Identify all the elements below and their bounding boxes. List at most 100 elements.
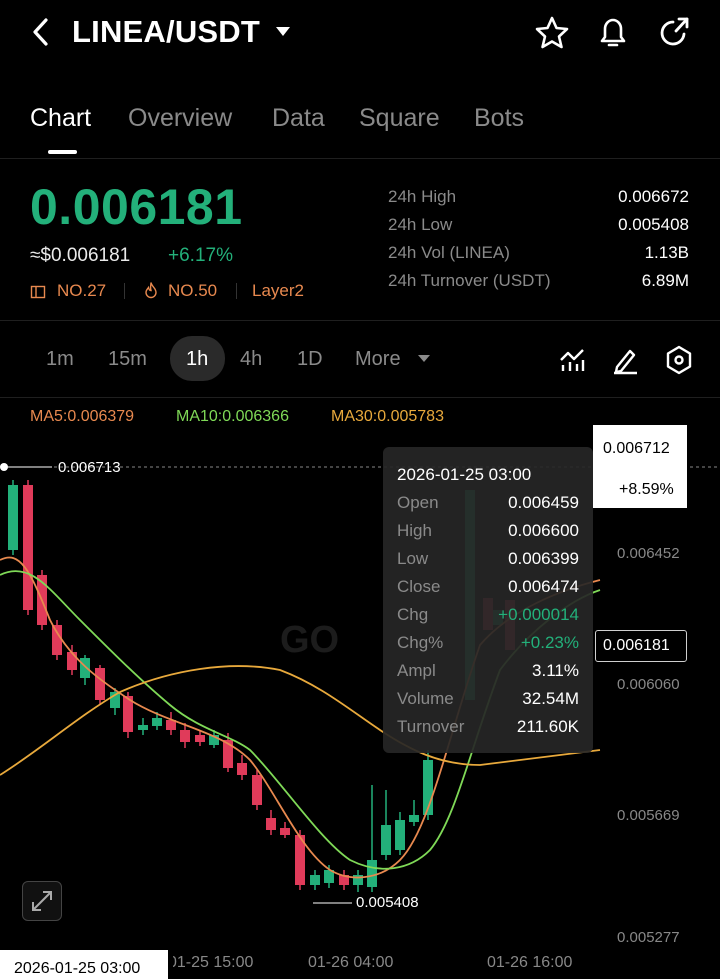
tooltip-value: 0.006474 — [508, 577, 579, 596]
rank-icon — [30, 285, 46, 299]
timeframe-4h[interactable]: 4h — [240, 348, 262, 371]
max-price-marker: 0.006713 — [58, 459, 121, 476]
tab-square[interactable]: Square — [359, 104, 440, 133]
category-tag[interactable]: Layer2 — [252, 281, 304, 301]
stat-value-high: 0.006672 — [618, 187, 689, 206]
caret-down-icon[interactable] — [417, 354, 431, 364]
stat-value-vol: 1.13B — [644, 243, 689, 262]
divider — [0, 320, 720, 321]
last-price: 0.006181 — [30, 179, 243, 235]
candle-body — [395, 820, 405, 850]
y-tick-label: 0.005277 — [617, 929, 680, 946]
candle-body — [138, 725, 148, 730]
fullscreen-button[interactable] — [22, 881, 62, 921]
tooltip-value: 0.006600 — [508, 521, 579, 540]
tooltip-value: 32.54M — [522, 689, 579, 708]
tooltip-key: Volume — [397, 689, 454, 708]
crosshair-price: 0.006712 — [603, 440, 670, 457]
candle-body — [80, 658, 90, 678]
tooltip-value: 0.006399 — [508, 549, 579, 568]
star-icon[interactable] — [534, 15, 570, 51]
tab-bots[interactable]: Bots — [474, 104, 524, 133]
last-price-marker: 0.006181 — [595, 630, 687, 662]
divider — [0, 158, 720, 159]
y-tick-label: 0.006060 — [617, 676, 680, 693]
tab-data[interactable]: Data — [272, 104, 325, 133]
watermark-logo: GO — [280, 619, 339, 661]
candle-body — [95, 668, 105, 700]
tag-separator — [124, 283, 125, 299]
min-price-marker: 0.005408 — [356, 894, 419, 911]
tab-chart[interactable]: Chart — [30, 104, 91, 133]
hot-rank-tag[interactable]: NO.50 — [168, 281, 217, 301]
tooltip-value: +0.000014 — [498, 605, 579, 624]
share-icon[interactable] — [656, 14, 692, 52]
caret-down-icon[interactable] — [275, 26, 291, 38]
tooltip-key: Chg — [397, 605, 429, 624]
crosshair-price-box: 0.006712 +8.59% — [593, 425, 687, 508]
tooltip-value: +0.23% — [520, 633, 579, 652]
ma5-legend: MA5:0.006379 — [30, 408, 135, 425]
candle-body — [266, 818, 276, 830]
timeframe-1m[interactable]: 1m — [46, 348, 74, 371]
timeframe-1h[interactable]: 1h — [186, 348, 208, 371]
candle-body — [367, 860, 377, 887]
tooltip-key: Chg% — [397, 633, 444, 652]
candle-body — [310, 875, 320, 885]
header: LINEA/USDT — [0, 0, 720, 70]
draw-pencil-icon[interactable] — [611, 345, 639, 375]
candle-body — [252, 775, 262, 805]
stat-label-high: 24h High — [388, 187, 457, 206]
tooltip-key: Close — [397, 577, 441, 596]
tooltip-key: Turnover — [397, 717, 465, 736]
ma30-legend: MA30:0.005783 — [331, 408, 444, 425]
tooltip-value: 211.60K — [516, 717, 579, 736]
stat-value-turnover: 6.89M — [641, 271, 689, 290]
candle-body — [409, 815, 419, 822]
crosshair-change: +8.59% — [619, 481, 674, 498]
ma10-legend: MA10:0.006366 — [176, 408, 289, 425]
tooltip-key: High — [397, 521, 432, 540]
x-tick-label: 01-25 15:00 — [168, 954, 254, 971]
candle-body — [237, 763, 247, 775]
timeframe-1d[interactable]: 1D — [297, 348, 323, 371]
indicator-icon[interactable] — [558, 346, 586, 374]
tooltip-value: 3.11% — [532, 661, 579, 680]
expand-icon — [32, 891, 52, 911]
candle-body — [67, 652, 77, 670]
candle-body — [23, 485, 33, 610]
candle-body — [180, 730, 190, 742]
y-tick-label: 0.006452 — [617, 545, 680, 562]
timeframe-15m[interactable]: 15m — [108, 348, 147, 371]
candle-body — [52, 625, 62, 655]
stat-value-low: 0.005408 — [618, 215, 689, 234]
tooltip-key: Low — [397, 549, 429, 568]
tooltip-key: Ampl — [397, 661, 436, 680]
bell-icon[interactable] — [594, 14, 632, 52]
x-tick-label: 01-26 16:00 — [487, 954, 573, 971]
tag-separator — [236, 283, 237, 299]
candle-body — [195, 735, 205, 742]
rank-tag[interactable]: NO.27 — [57, 281, 106, 301]
candle-body — [8, 485, 18, 550]
tooltip-key: Open — [397, 493, 439, 512]
candle-tooltip: 2026-01-25 03:00 Open 0.006459 High 0.00660… — [383, 447, 593, 753]
stat-label-vol: 24h Vol (LINEA) — [388, 243, 510, 262]
usd-price: ≈$0.006181 — [30, 245, 131, 266]
divider — [0, 397, 720, 398]
change-percent: +6.17% — [168, 245, 233, 266]
flame-icon — [145, 282, 157, 299]
settings-hexagon-icon[interactable] — [664, 345, 694, 375]
x-tick-label: 01-26 04:00 — [308, 954, 394, 971]
y-tick-label: 0.005669 — [617, 807, 680, 824]
tooltip-time: 2026-01-25 03:00 — [397, 465, 532, 484]
stat-label-turnover: 24h Turnover (USDT) — [388, 271, 551, 290]
pair-title[interactable]: LINEA/USDT — [72, 14, 260, 50]
chevron-left-icon[interactable] — [26, 14, 56, 50]
stat-label-low: 24h Low — [388, 215, 453, 234]
candle-body — [381, 825, 391, 855]
candle-body — [152, 718, 162, 726]
more-timeframes[interactable]: More — [355, 348, 401, 371]
crosshair-time-box: 2026-01-25 03:00 — [0, 950, 168, 979]
tab-overview[interactable]: Overview — [128, 104, 232, 133]
